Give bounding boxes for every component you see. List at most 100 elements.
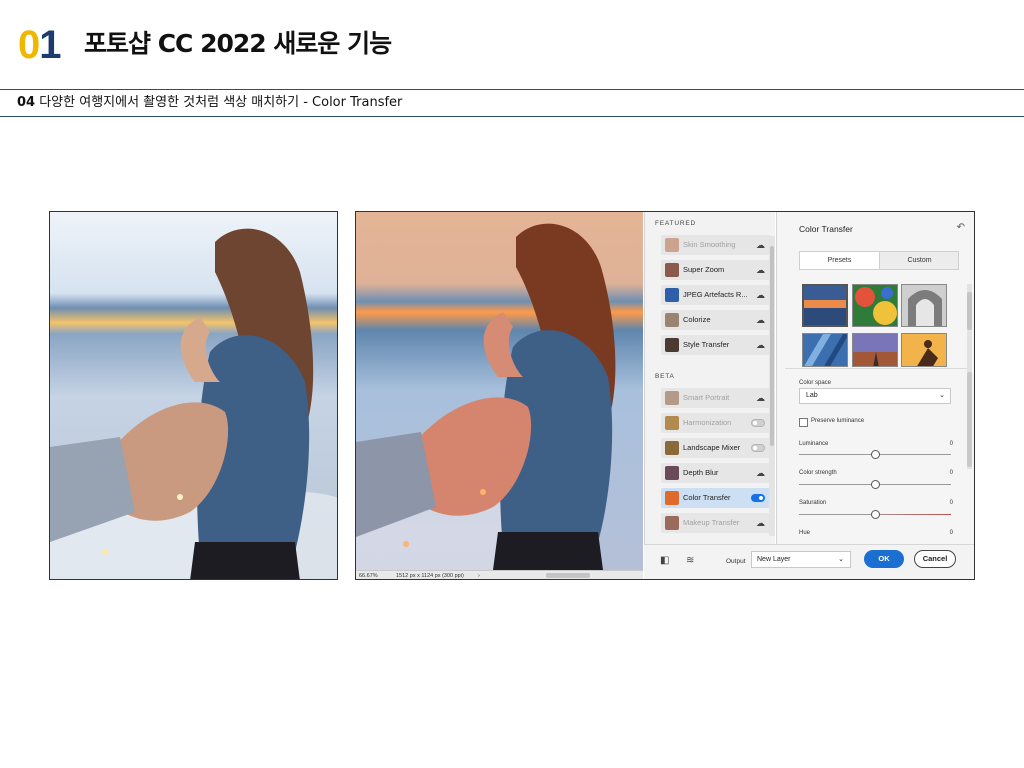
neural-filters-bottom-bar: ◧ ≋ Output New Layer ⌄ OK Cancel xyxy=(644,544,974,579)
saturation-value: 0 xyxy=(949,500,953,506)
header-rule-top xyxy=(0,89,1024,90)
zoom-level[interactable]: 66.67% xyxy=(359,571,378,579)
preset-feathers[interactable] xyxy=(802,333,848,367)
filter-label: JPEG Artefacts R... xyxy=(683,290,748,299)
header-rule-bottom xyxy=(0,116,1024,117)
filter-label: Super Zoom xyxy=(683,265,725,274)
properties-title: Color Transfer xyxy=(799,224,853,234)
color-strength-slider-thumb[interactable] xyxy=(871,480,880,489)
cloud-download-icon[interactable]: ☁ xyxy=(756,310,765,330)
status-bar: 66.67% 1512 px x 1124 px (300 ppi) › xyxy=(356,570,643,579)
slide-number: 01 xyxy=(18,22,62,68)
slide-number-digit-2: 1 xyxy=(39,23,61,67)
properties-scrollbar[interactable] xyxy=(967,372,972,467)
reset-icon[interactable]: ↶ xyxy=(957,222,965,233)
subtitle-text: 다양한 여행지에서 촬영한 것처럼 색상 매치하기 - Color Transf… xyxy=(35,95,403,110)
preset-abstract-painting[interactable] xyxy=(852,284,898,327)
slide-subtitle: 04 다양한 여행지에서 촬영한 것처럼 색상 매치하기 - Color Tra… xyxy=(17,94,402,112)
skin-smoothing-thumbnail xyxy=(665,238,679,252)
output-select[interactable]: New Layer ⌄ xyxy=(751,551,851,568)
slide-title: 포토샵 CC 2022 새로운 기능 xyxy=(84,29,392,58)
color-space-select[interactable]: Lab ⌄ xyxy=(799,388,951,404)
luminance-slider-thumb[interactable] xyxy=(871,450,880,459)
status-arrow-icon[interactable]: › xyxy=(478,571,480,579)
preset-image xyxy=(902,285,946,326)
cloud-download-icon[interactable]: ☁ xyxy=(756,235,765,255)
filter-skin-smoothing[interactable]: Skin Smoothing ☁ xyxy=(661,235,771,255)
preset-image xyxy=(803,334,847,366)
cloud-download-icon[interactable]: ☁ xyxy=(756,335,765,355)
subtitle-number: 04 xyxy=(17,95,36,110)
tab-presets[interactable]: Presets xyxy=(800,252,880,269)
harmonization-thumbnail xyxy=(665,416,679,430)
document-canvas[interactable] xyxy=(356,212,643,570)
filter-colorize[interactable]: Colorize ☁ xyxy=(661,310,771,330)
preset-cathedral[interactable] xyxy=(901,284,947,327)
preserve-luminance-checkbox[interactable] xyxy=(799,418,808,427)
luminance-label: Luminance xyxy=(799,441,829,447)
chevron-down-icon: ⌄ xyxy=(838,556,844,563)
color-strength-value: 0 xyxy=(949,470,953,476)
preset-image xyxy=(853,334,897,366)
document-info[interactable]: 1512 px x 1124 px (300 ppi) xyxy=(396,571,464,579)
neural-filters-list: FEATURED Skin Smoothing ☁ Super Zoom ☁ J… xyxy=(644,212,775,579)
filter-color-transfer[interactable]: Color Transfer xyxy=(661,488,771,508)
preset-image xyxy=(902,334,946,366)
style-transfer-thumbnail xyxy=(665,338,679,352)
output-value: New Layer xyxy=(757,556,791,563)
smart-portrait-thumbnail xyxy=(665,391,679,405)
ok-button[interactable]: OK xyxy=(864,550,904,568)
horizontal-scrollbar[interactable] xyxy=(546,573,590,578)
cloud-download-icon[interactable]: ☁ xyxy=(756,388,765,408)
featured-section-label: FEATURED xyxy=(655,220,696,227)
filters-scrollbar[interactable] xyxy=(769,236,775,536)
filter-label: Landscape Mixer xyxy=(683,443,741,452)
cloud-download-icon[interactable]: ☁ xyxy=(756,513,765,533)
filter-depth-blur[interactable]: Depth Blur ☁ xyxy=(661,463,771,483)
cloud-download-icon[interactable]: ☁ xyxy=(756,285,765,305)
saturation-slider-thumb[interactable] xyxy=(871,510,880,519)
harmonization-toggle[interactable] xyxy=(751,419,765,427)
landscape-mixer-thumbnail xyxy=(665,441,679,455)
photoshop-neural-filters-window: 66.67% 1512 px x 1124 px (300 ppi) › FEA… xyxy=(355,211,975,580)
cloud-download-icon[interactable]: ☁ xyxy=(756,260,765,280)
landscape-mixer-toggle[interactable] xyxy=(751,444,765,452)
original-photo-image xyxy=(50,212,337,579)
filter-harmonization[interactable]: Harmonization xyxy=(661,413,771,433)
filter-style-transfer[interactable]: Style Transfer ☁ xyxy=(661,335,771,355)
layers-icon[interactable]: ≋ xyxy=(686,555,694,566)
colorize-thumbnail xyxy=(665,313,679,327)
super-zoom-thumbnail xyxy=(665,263,679,277)
preset-dancer[interactable] xyxy=(901,333,947,367)
output-label: Output xyxy=(726,558,746,565)
color-strength-label: Color strength xyxy=(799,470,837,476)
filter-label: Harmonization xyxy=(683,418,732,427)
cloud-download-icon[interactable]: ☁ xyxy=(756,463,765,483)
hue-value: 0 xyxy=(949,530,953,536)
depth-blur-thumbnail xyxy=(665,466,679,480)
beta-section-label: BETA xyxy=(655,373,675,380)
preset-sunset-lake[interactable] xyxy=(802,284,848,327)
filter-label: Makeup Transfer xyxy=(683,518,740,527)
color-transfer-thumbnail xyxy=(665,491,679,505)
chevron-down-icon: ⌄ xyxy=(939,392,945,399)
filter-landscape-mixer[interactable]: Landscape Mixer xyxy=(661,438,771,458)
filter-makeup-transfer[interactable]: Makeup Transfer ☁ xyxy=(661,513,771,533)
filter-label: Style Transfer xyxy=(683,340,730,349)
color-space-value: Lab xyxy=(806,392,818,399)
cancel-button[interactable]: Cancel xyxy=(914,550,956,568)
preset-image xyxy=(853,285,897,326)
tab-custom[interactable]: Custom xyxy=(880,252,959,269)
preset-image xyxy=(804,286,846,325)
presets-divider xyxy=(785,368,967,369)
color-transfer-toggle[interactable] xyxy=(751,494,765,502)
jpeg-artefacts-thumbnail xyxy=(665,288,679,302)
preview-split-icon[interactable]: ◧ xyxy=(660,555,669,566)
filter-super-zoom[interactable]: Super Zoom ☁ xyxy=(661,260,771,280)
luminance-value: 0 xyxy=(949,441,953,447)
filter-smart-portrait[interactable]: Smart Portrait ☁ xyxy=(661,388,771,408)
preset-desert-road[interactable] xyxy=(852,333,898,367)
filter-jpeg-artefacts-removal[interactable]: JPEG Artefacts R... ☁ xyxy=(661,285,771,305)
filter-label: Colorize xyxy=(683,315,711,324)
filter-label: Color Transfer xyxy=(683,493,731,502)
